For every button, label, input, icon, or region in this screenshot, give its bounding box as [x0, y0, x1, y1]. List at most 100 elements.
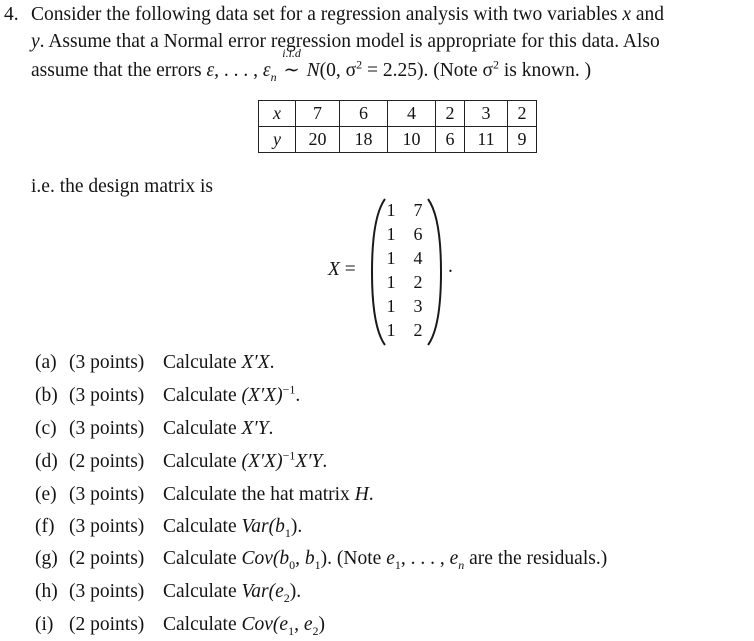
note-math: e	[449, 548, 459, 569]
matrix-entry: 7	[413, 200, 423, 220]
part-points: (3 points)	[69, 484, 145, 505]
part-math: X′Y	[241, 418, 269, 439]
part-points: (3 points)	[69, 385, 145, 406]
part-math: Cov(b	[241, 548, 290, 569]
text: = 2.25). (Note σ	[362, 60, 494, 81]
part-tail: ).	[289, 581, 302, 602]
part-tail: .	[322, 451, 328, 472]
question-part: (e) (3 points) Calculate the hat matrix H.	[35, 484, 374, 506]
part-points: (2 points)	[69, 548, 145, 569]
matrix-entry: 6	[413, 224, 423, 244]
question-part: (f) (3 points) Calculate Var(b1).	[35, 516, 303, 539]
part-math: Var(b	[241, 516, 285, 537]
table-cell: 6	[339, 100, 388, 127]
iid-tilde: i.i.d ∼	[277, 46, 307, 82]
text: . Assume that a Normal error regression …	[39, 31, 660, 52]
part-text: Calculate	[163, 548, 242, 569]
part-math: , b	[295, 548, 315, 569]
part-tail: )	[318, 614, 325, 635]
part-text: Calculate	[163, 614, 242, 635]
problem-line-1: Consider the following data set for a re…	[31, 4, 664, 26]
math-var-x: x	[622, 4, 632, 25]
math-var-y: y	[31, 31, 40, 52]
superscript: −1	[282, 382, 296, 397]
part-tail: .	[295, 385, 301, 406]
matrix-entry: 1	[386, 320, 396, 340]
problem-line-2: y. Assume that a Normal error regression…	[31, 31, 660, 53]
equals-sign: =	[339, 259, 356, 280]
part-points: (3 points)	[69, 516, 145, 537]
part-tail: ).	[290, 516, 303, 537]
text: (0, σ	[319, 60, 357, 81]
table-cell: 10	[387, 126, 436, 153]
part-text: Calculate	[163, 385, 242, 406]
matrix-period: .	[448, 256, 453, 277]
part-label: (e)	[35, 484, 57, 505]
matrix-entry: 1	[386, 296, 396, 316]
matrix-entry: 4	[413, 248, 423, 268]
matrix-entry: 1	[386, 200, 396, 220]
matrix-entry: 2	[413, 320, 423, 340]
part-math: X′Y	[295, 451, 323, 472]
matrix-lhs: X =	[328, 259, 356, 281]
part-math: Cov(e	[241, 614, 289, 635]
design-matrix-intro: i.e. the design matrix is	[31, 176, 213, 197]
part-math: (X′X)	[241, 451, 283, 472]
part-tail: .	[269, 352, 275, 373]
math-normal: N	[306, 60, 320, 81]
matrix-entry: 1	[386, 272, 396, 292]
part-tail: ). (Note	[320, 548, 387, 569]
table-cell: 3	[464, 100, 508, 127]
table-cell: 9	[507, 126, 537, 153]
text: , . . . ,	[214, 60, 263, 81]
part-math: H	[354, 484, 369, 505]
part-math: X′X	[241, 352, 270, 373]
part-label: (f)	[35, 516, 55, 537]
table-cell: 4	[387, 100, 436, 127]
part-math: , e	[294, 614, 313, 635]
matrix-entry: 1	[386, 224, 396, 244]
matrix-entry: 1	[386, 248, 396, 268]
table-row-y: y 20 18 10 6 11 9	[258, 126, 537, 153]
note-text: , . . . ,	[400, 548, 450, 569]
part-tail: .	[268, 418, 274, 439]
table-cell: 6	[435, 126, 465, 153]
part-points: (3 points)	[69, 418, 145, 439]
part-points: (3 points)	[69, 352, 145, 373]
table-row-x: x 7 6 4 2 3 2	[258, 100, 537, 127]
question-part: (a) (3 points) Calculate X′X.	[35, 352, 274, 374]
question-part: (g) (2 points) Calculate Cov(b0, b1). (Not…	[35, 548, 608, 571]
text: is known. )	[499, 60, 592, 81]
question-part: (b) (3 points) Calculate (X′X)−1.	[35, 382, 301, 407]
table-cell: 2	[435, 100, 465, 127]
text: assume that the errors	[31, 60, 207, 81]
part-label: (g)	[35, 548, 58, 569]
question-part: (h) (3 points) Calculate Var(e2).	[35, 581, 302, 604]
math-X: X	[328, 259, 340, 280]
part-text: Calculate	[163, 516, 242, 537]
matrix-entry: 2	[413, 272, 423, 292]
row-header-x: x	[258, 100, 296, 127]
part-text: Calculate	[163, 352, 242, 373]
table-cell: 18	[339, 126, 388, 153]
part-text: Calculate the hat matrix	[163, 484, 355, 505]
row-header-y: y	[258, 126, 296, 153]
part-math: (X′X)	[241, 385, 283, 406]
part-label: (a)	[35, 352, 57, 373]
text: Consider the following data set for a re…	[31, 4, 623, 25]
part-label: (c)	[35, 418, 57, 439]
question-part: (c) (3 points) Calculate X′Y.	[35, 418, 273, 440]
part-label: (i)	[35, 614, 54, 635]
note-math: e	[386, 548, 395, 569]
part-points: (2 points)	[69, 451, 145, 472]
table-cell: 11	[464, 126, 508, 153]
note-text: are the residuals.)	[464, 548, 608, 569]
math-epsilon-n: ε	[262, 60, 271, 81]
part-points: (3 points)	[69, 581, 145, 602]
table-cell: 7	[295, 100, 340, 127]
superscript: −1	[282, 448, 296, 463]
part-text: Calculate	[163, 451, 242, 472]
question-part: (i) (2 points) Calculate Cov(e1, e2)	[35, 614, 325, 637]
problem-number: 4.	[4, 4, 19, 25]
part-math: Var(e	[241, 581, 284, 602]
